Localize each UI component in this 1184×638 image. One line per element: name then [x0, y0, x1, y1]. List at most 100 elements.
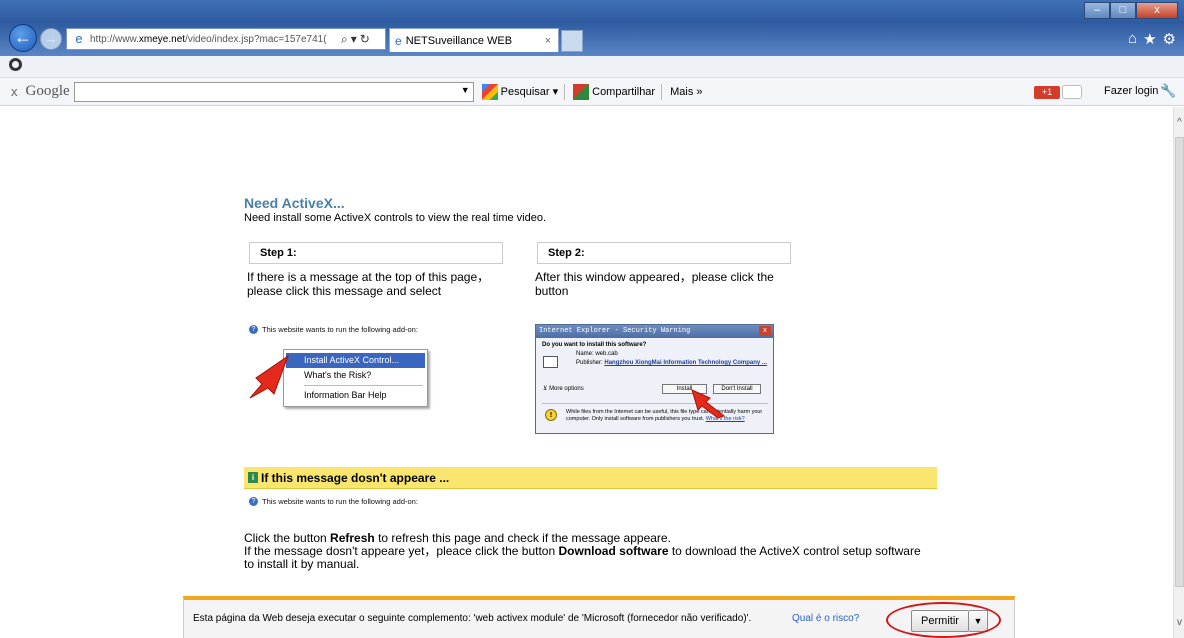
page-description: Need install some ActiveX controls to vi… [244, 212, 547, 224]
toolbar-close-icon[interactable]: x [11, 84, 18, 99]
context-menu-risk: What's the Risk? [304, 370, 372, 380]
compartilhar-label: Compartilhar [592, 85, 656, 98]
title-bar: – □ x ← → e http://www.xmeye.net/video/i… [0, 0, 1184, 56]
addon-message-text: This website wants to run the following … [262, 325, 418, 334]
refresh-icon[interactable]: ↻ [360, 32, 370, 46]
ie-tab-icon: e [395, 33, 402, 48]
login-link[interactable]: Fazer login [1104, 85, 1158, 97]
gplus-button[interactable]: +1 [1034, 86, 1060, 99]
wrench-icon[interactable]: 🔧 [1160, 83, 1176, 99]
mais-button[interactable]: Mais » [670, 86, 702, 98]
browser-window: – □ x ← → e http://www.xmeye.net/video/i… [0, 0, 1184, 638]
download-bold: Download software [558, 544, 669, 558]
maximize-button[interactable]: □ [1110, 2, 1136, 19]
minimize-button[interactable]: – [1084, 2, 1110, 19]
gplus-toggle[interactable] [1062, 85, 1082, 99]
more-options-label: More options [549, 386, 584, 392]
step1-text-line1: If there is a message at the top of this… [247, 270, 490, 284]
address-url[interactable]: http://www.xmeye.net/video/index.jsp?mac… [90, 34, 338, 45]
step2-text-line2: button [535, 284, 569, 298]
forward-arrow-icon: → [44, 31, 58, 46]
help-question-icon: ? [249, 497, 258, 506]
fallback-section-header: i If this message dosn't appeare ... [244, 467, 937, 489]
toolbar-separator [661, 83, 663, 100]
dialog-title-text: Internet Explorer - Security Warning [539, 327, 691, 335]
notification-text: Esta página da Web deseja executar o seg… [193, 613, 752, 624]
fallback-title: If this message dosn't appeare ... [261, 470, 450, 485]
red-highlight-circle [886, 602, 1001, 638]
help-question-icon: ? [249, 325, 258, 334]
risk-link[interactable]: Qual é o risco? [792, 613, 859, 624]
tab-close-icon[interactable]: × [545, 35, 551, 47]
step2-text-line1: After this window appeared，please click … [535, 270, 774, 284]
scroll-up-icon[interactable]: ^ [1174, 117, 1184, 128]
google-search-input[interactable]: ▼ [73, 81, 474, 102]
dialog-close-icon: x [759, 326, 771, 336]
warning-shield-icon: ! [545, 409, 557, 421]
publisher-value: Hangzhou XiongMai Information Technology… [604, 360, 767, 366]
download-instruction-line3: to install it by manual. [244, 557, 360, 571]
dialog-divider [542, 403, 768, 404]
pesquisar-button[interactable]: Pesquisar ▾ [481, 83, 558, 100]
refresh-pre: Click the button [244, 531, 331, 545]
google-toolbar: x Google ▼ Pesquisar ▾ Compartilhar Mais… [0, 78, 1184, 106]
dialog-title: Internet Explorer - Security Warning x [536, 325, 773, 338]
step1-text-line2: please click this message and select [247, 284, 442, 298]
close-window-button[interactable]: x [1136, 2, 1178, 19]
page-title: Need ActiveX... [244, 195, 345, 211]
download-post: to download the ActiveX control setup so… [668, 544, 921, 558]
dialog-publisher-row: Publisher: Hangzhou XiongMai Information… [536, 359, 773, 368]
addon-message-image-2: ? This website wants to run the followin… [249, 497, 418, 506]
security-warning-dialog-image: Internet Explorer - Security Warning x Do… [535, 324, 774, 434]
refresh-bold: Refresh [330, 531, 375, 545]
more-options: ⊻ More options [543, 386, 584, 392]
scroll-thumb[interactable] [1175, 137, 1184, 587]
home-icon[interactable]: ⌂ [1128, 30, 1137, 48]
step2-text: After this window appeared，please click … [535, 270, 774, 298]
addon-message-image: ? This website wants to run the followin… [249, 325, 418, 334]
tab-title: NETSuveillance WEB [405, 34, 513, 47]
download-pre: If the message dosn't appeare yet，pleace… [244, 544, 559, 558]
publisher-label: Publisher: [576, 360, 603, 366]
search-dropdown-icon[interactable]: ▼ [461, 85, 470, 95]
dialog-question: Do you want to install this software? [542, 342, 647, 348]
step2-label: Step 2: [548, 247, 585, 259]
addon-message-text-2: This website wants to run the following … [262, 497, 418, 506]
refresh-post: to refresh this page and check if the me… [374, 531, 671, 545]
red-arrow-icon [691, 389, 726, 419]
red-arrow-icon [249, 354, 290, 399]
dialog-warning-text: While files from the Internet can be use… [566, 409, 771, 423]
search-icon[interactable]: ⌕ [341, 32, 348, 47]
step1-text: If there is a message at the top of this… [247, 270, 489, 298]
address-bar[interactable]: e http://www.xmeye.net/video/index.jsp?m… [66, 28, 386, 50]
context-menu-install: Install ActiveX Control... [286, 353, 425, 368]
google-logo[interactable]: Google [26, 83, 70, 100]
dialog-name-row: Name: web.cab [576, 351, 618, 357]
new-tab-button[interactable] [561, 30, 583, 52]
back-arrow-icon: ← [14, 27, 32, 47]
google-search-icon [481, 83, 498, 100]
step1-label: Step 1: [260, 247, 297, 259]
instructions-text: Click the button Refresh to refresh this… [244, 532, 944, 571]
step1-box: Step 1: [249, 242, 503, 264]
file-icon [543, 356, 558, 368]
tab-netsurveillance[interactable]: e NETSuveillance WEB × [389, 28, 559, 52]
ring-icon[interactable] [9, 58, 22, 71]
forward-button[interactable]: → [40, 28, 62, 50]
gear-icon[interactable]: ⚙ [1163, 30, 1176, 48]
ie-page-icon: e [75, 31, 83, 46]
info-icon: i [248, 472, 258, 483]
dropdown-icon[interactable]: ▾ [351, 32, 357, 46]
scroll-down-icon[interactable]: v [1174, 617, 1184, 628]
pesquisar-label: Pesquisar [500, 85, 550, 98]
step2-box: Step 2: [537, 242, 791, 264]
toolbar-right: ⌂ ★ ⚙ [1128, 30, 1176, 48]
compartilhar-button[interactable]: Compartilhar [573, 83, 656, 100]
back-button[interactable]: ← [9, 24, 37, 52]
favorites-star-icon[interactable]: ★ [1143, 30, 1156, 48]
toolbar-separator [564, 83, 566, 100]
vertical-scrollbar[interactable]: ^ v [1173, 107, 1184, 638]
context-menu-image: Install ActiveX Control... What's the Ri… [283, 349, 428, 407]
context-menu-separator [304, 385, 423, 386]
command-row [0, 56, 1184, 78]
